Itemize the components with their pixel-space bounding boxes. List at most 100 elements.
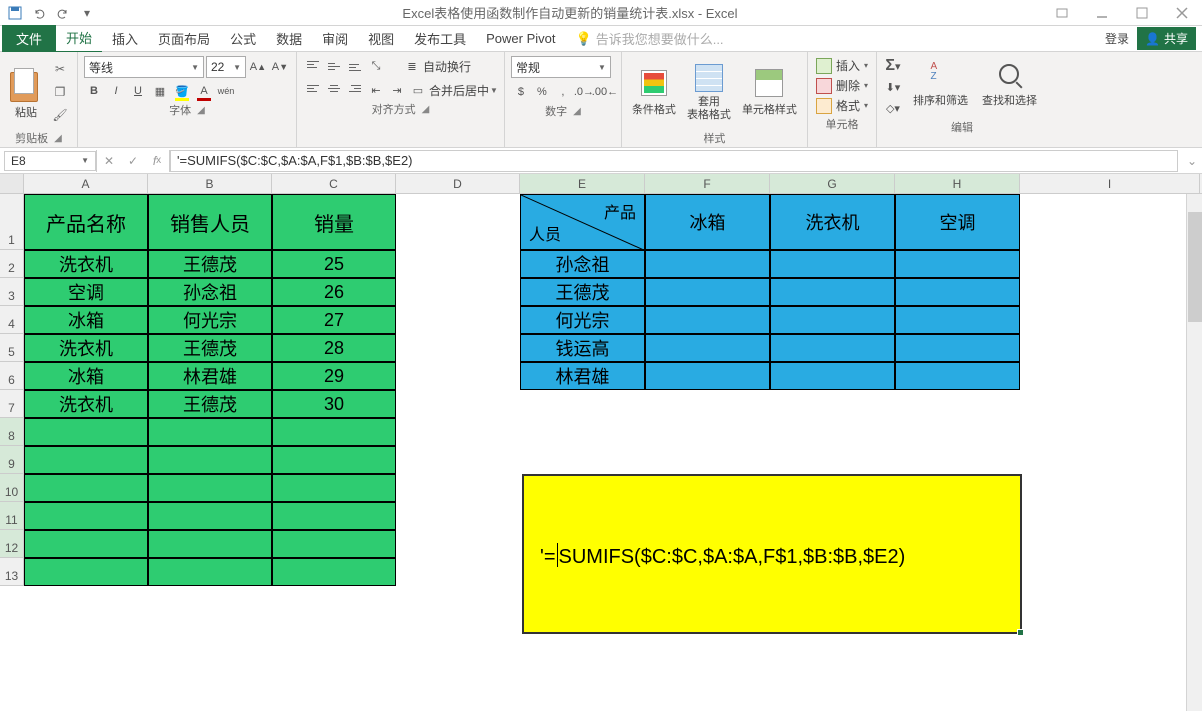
decrease-font-icon[interactable]: A▼ xyxy=(270,57,290,77)
row-header-11[interactable]: 11 xyxy=(0,502,23,530)
green-empty-cell[interactable] xyxy=(272,502,396,530)
phonetic-button[interactable]: wén xyxy=(216,81,236,101)
copy-icon[interactable]: ❐ xyxy=(49,81,71,103)
blue-data-cell[interactable] xyxy=(645,278,770,306)
bold-button[interactable]: B xyxy=(84,81,104,101)
comma-icon[interactable]: , xyxy=(553,82,573,102)
align-top-icon[interactable] xyxy=(303,57,323,75)
blue-data-cell[interactable] xyxy=(895,362,1020,390)
green-empty-cell[interactable] xyxy=(24,502,148,530)
conditional-format-button[interactable]: 条件格式 xyxy=(628,65,680,119)
italic-button[interactable]: I xyxy=(106,81,126,101)
row-header-5[interactable]: 5 xyxy=(0,334,23,362)
blue-header-cell[interactable]: 洗衣机 xyxy=(770,194,895,250)
close-icon[interactable] xyxy=(1162,1,1202,25)
green-data-cell[interactable]: 孙念祖 xyxy=(148,278,272,306)
blue-data-cell[interactable] xyxy=(770,362,895,390)
row-header-10[interactable]: 10 xyxy=(0,474,23,502)
green-empty-cell[interactable] xyxy=(24,418,148,446)
align-center-icon[interactable] xyxy=(324,81,344,99)
number-launcher-icon[interactable]: ◢ xyxy=(573,106,581,117)
formula-input[interactable]: '=SUMIFS($C:$C,$A:$A,F$1,$B:$B,$E2) xyxy=(170,150,1178,172)
tab-devtools[interactable]: 发布工具 xyxy=(404,25,476,52)
decrease-decimal-icon[interactable]: .00← xyxy=(595,82,615,102)
green-data-cell[interactable]: 27 xyxy=(272,306,396,334)
font-launcher-icon[interactable]: ◢ xyxy=(197,105,205,116)
green-empty-cell[interactable] xyxy=(148,474,272,502)
row-header-4[interactable]: 4 xyxy=(0,306,23,334)
green-header-cell[interactable]: 销量 xyxy=(272,194,396,250)
blue-data-cell[interactable] xyxy=(770,306,895,334)
green-data-cell[interactable]: 26 xyxy=(272,278,396,306)
expand-formula-bar-icon[interactable]: ⌄ xyxy=(1182,154,1202,168)
decrease-indent-icon[interactable]: ⇤ xyxy=(366,80,386,100)
blue-data-cell[interactable] xyxy=(895,306,1020,334)
row-header-13[interactable]: 13 xyxy=(0,558,23,586)
blue-data-cell[interactable] xyxy=(645,362,770,390)
tab-home[interactable]: 开始 xyxy=(56,24,102,53)
format-painter-icon[interactable]: 🖌 xyxy=(49,104,71,126)
blue-data-cell[interactable] xyxy=(770,250,895,278)
tab-layout[interactable]: 页面布局 xyxy=(148,25,220,52)
green-data-cell[interactable]: 洗衣机 xyxy=(24,390,148,418)
green-data-cell[interactable]: 洗衣机 xyxy=(24,250,148,278)
green-empty-cell[interactable] xyxy=(24,530,148,558)
green-data-cell[interactable]: 何光宗 xyxy=(148,306,272,334)
vertical-scrollbar[interactable] xyxy=(1186,194,1202,711)
blue-data-cell[interactable] xyxy=(895,250,1020,278)
orientation-icon[interactable]: ⤡ xyxy=(366,56,386,76)
row-header-7[interactable]: 7 xyxy=(0,390,23,418)
blue-corner-cell[interactable]: 产品人员 xyxy=(520,194,645,250)
currency-icon[interactable]: $ xyxy=(511,82,531,102)
tab-formulas[interactable]: 公式 xyxy=(220,25,266,52)
green-data-cell[interactable]: 王德茂 xyxy=(148,250,272,278)
align-left-icon[interactable] xyxy=(303,81,323,99)
merge-icon[interactable]: ▭ xyxy=(408,80,428,100)
blue-row-header[interactable]: 孙念祖 xyxy=(520,250,645,278)
green-data-cell[interactable]: 王德茂 xyxy=(148,334,272,362)
col-header-A[interactable]: A xyxy=(24,174,148,193)
green-empty-cell[interactable] xyxy=(272,474,396,502)
blue-row-header[interactable]: 钱运高 xyxy=(520,334,645,362)
insert-cells-button[interactable]: 插入▾ xyxy=(814,56,870,75)
green-data-cell[interactable]: 冰箱 xyxy=(24,306,148,334)
green-data-cell[interactable]: 林君雄 xyxy=(148,362,272,390)
signin-link[interactable]: 登录 xyxy=(1097,30,1137,47)
select-all-corner[interactable] xyxy=(0,174,24,193)
delete-cells-button[interactable]: 删除▾ xyxy=(814,76,870,95)
col-header-F[interactable]: F xyxy=(645,174,770,193)
green-header-cell[interactable]: 销售人员 xyxy=(148,194,272,250)
increase-font-icon[interactable]: A▲ xyxy=(248,57,268,77)
green-empty-cell[interactable] xyxy=(24,558,148,586)
merge-dropdown-icon[interactable]: ▼ xyxy=(490,86,498,95)
green-data-cell[interactable]: 30 xyxy=(272,390,396,418)
green-data-cell[interactable]: 冰箱 xyxy=(24,362,148,390)
blue-data-cell[interactable] xyxy=(895,334,1020,362)
paste-button[interactable]: 粘贴 xyxy=(6,62,46,122)
undo-icon[interactable] xyxy=(28,2,50,24)
blue-data-cell[interactable] xyxy=(770,334,895,362)
font-size-combo[interactable]: 22▼ xyxy=(206,56,246,78)
col-header-D[interactable]: D xyxy=(396,174,520,193)
name-box[interactable]: E8▼ xyxy=(4,151,96,171)
cell-styles-button[interactable]: 单元格样式 xyxy=(738,65,801,119)
number-format-combo[interactable]: 常规▼ xyxy=(511,56,611,78)
fill-button[interactable]: ⬇▾ xyxy=(883,77,903,97)
format-as-table-button[interactable]: 套用 表格格式 xyxy=(683,60,735,122)
green-empty-cell[interactable] xyxy=(272,530,396,558)
wrap-text-icon[interactable]: ≣ xyxy=(402,56,422,76)
autosum-button[interactable]: Σ▾ xyxy=(883,56,903,76)
cut-icon[interactable]: ✂ xyxy=(49,58,71,80)
blue-data-cell[interactable] xyxy=(645,250,770,278)
col-header-C[interactable]: C xyxy=(272,174,396,193)
minimize-icon[interactable] xyxy=(1082,1,1122,25)
blue-row-header[interactable]: 王德茂 xyxy=(520,278,645,306)
underline-button[interactable]: U xyxy=(128,81,148,101)
row-header-6[interactable]: 6 xyxy=(0,362,23,390)
row-header-2[interactable]: 2 xyxy=(0,250,23,278)
redo-icon[interactable] xyxy=(52,2,74,24)
cancel-formula-icon[interactable]: ✕ xyxy=(97,150,121,172)
green-empty-cell[interactable] xyxy=(24,474,148,502)
green-empty-cell[interactable] xyxy=(148,418,272,446)
clipboard-launcher-icon[interactable]: ◢ xyxy=(54,133,62,144)
